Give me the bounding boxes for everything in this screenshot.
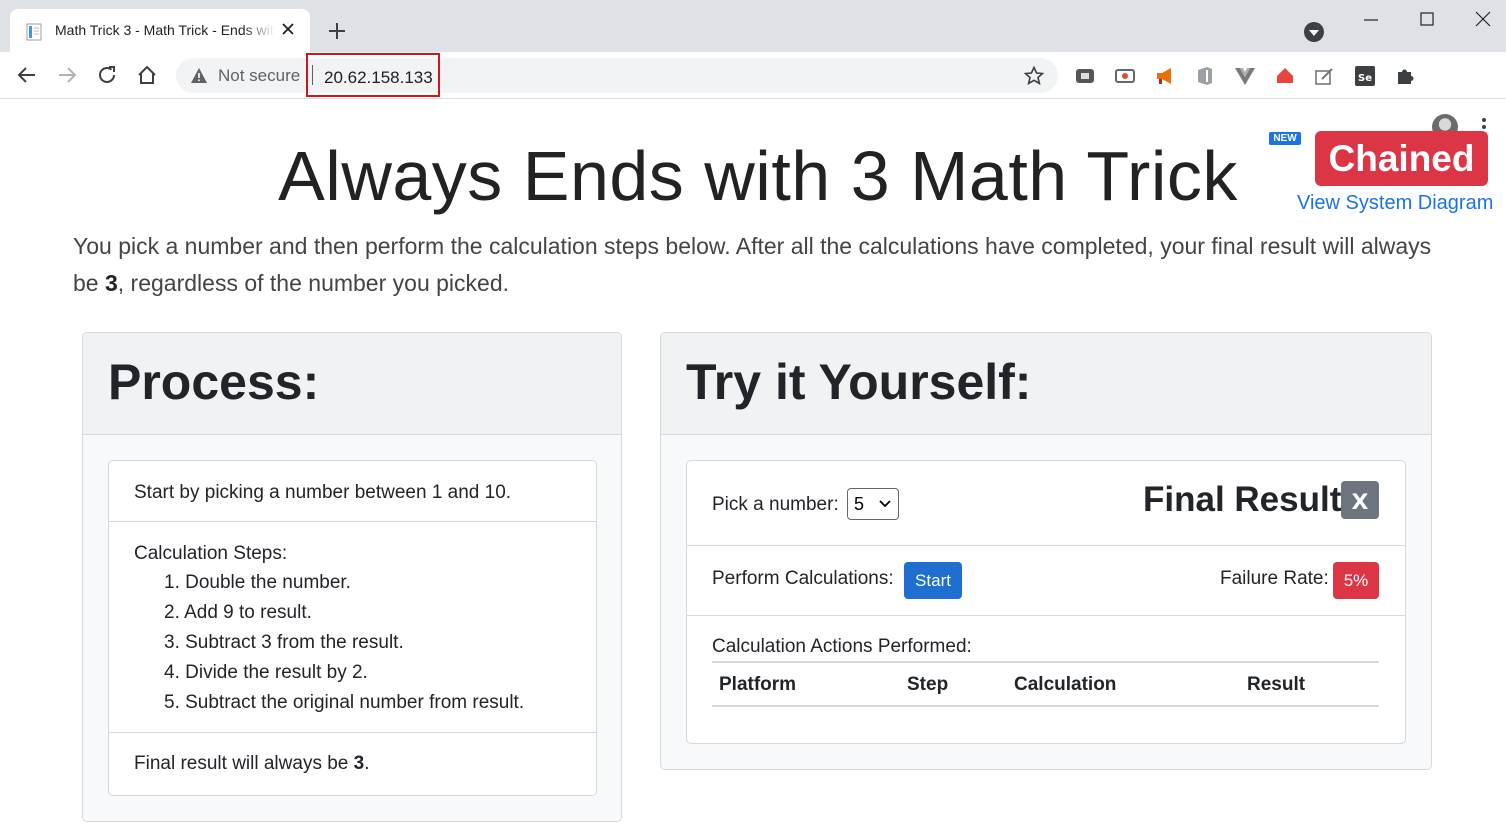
process-card: Process: Start by picking a number betwe… (82, 332, 622, 822)
extension-grammar-icon[interactable] (1074, 65, 1096, 87)
step-item: 1. Double the number. (164, 572, 351, 593)
try-panel: Pick a number: 5 Final Result: x Perform… (686, 460, 1406, 744)
extension-vue-icon[interactable] (1234, 65, 1256, 87)
calculation-steps-list: 1. Double the number. 2. Add 9 to result… (164, 568, 524, 718)
table-header-result: Result (1247, 674, 1306, 695)
extension-selenium-icon[interactable]: Se (1354, 65, 1376, 87)
minimize-icon[interactable] (1356, 6, 1386, 34)
table-header-calculation: Calculation (1014, 674, 1117, 695)
address-bar[interactable]: Not secure 20.62.158.133 (176, 53, 1058, 97)
intro-text-after: , regardless of the number you picked. (117, 270, 509, 296)
svg-text:Se: Se (1358, 73, 1372, 84)
final-result-note: Final result will always be 3. (134, 753, 370, 775)
intro-text: You pick a number and then perform the c… (73, 228, 1443, 302)
maximize-icon[interactable] (1412, 6, 1442, 34)
back-icon[interactable] (16, 64, 38, 86)
close-tab-icon[interactable] (280, 21, 296, 37)
extensions-puzzle-icon[interactable] (1394, 65, 1416, 87)
view-system-diagram-link[interactable]: View System Diagram (1297, 192, 1493, 215)
not-secure-label[interactable]: Not secure (218, 66, 300, 86)
extension-cast-icon[interactable] (1114, 65, 1136, 87)
browser-toolbar: Not secure 20.62.158.133 NEW Se (0, 52, 1506, 145)
intro-number: 3 (104, 270, 118, 296)
pick-number-value: 5 (854, 494, 865, 514)
try-card: Try it Yourself: Pick a number: 5 Final … (660, 332, 1432, 770)
step-item: 5. Subtract the original number from res… (164, 692, 525, 713)
title-number: 3 (850, 137, 891, 215)
warning-icon[interactable] (190, 67, 208, 84)
tab-title: Math Trick 3 - Math Trick - Ends with 3 (55, 22, 275, 38)
tab-search-icon[interactable] (1304, 22, 1324, 42)
url-separator (312, 65, 313, 85)
forward-icon[interactable] (56, 64, 78, 86)
chained-badge: Chained (1315, 131, 1488, 186)
reload-icon[interactable] (96, 64, 118, 86)
table-header-border (712, 705, 1379, 707)
table-header-step: Step (907, 674, 949, 695)
process-heading: Process: (108, 354, 320, 410)
process-card-header: Process: (83, 333, 621, 435)
failure-rate-badge: 5% (1333, 562, 1379, 599)
final-result-label: Final Result: (1143, 480, 1354, 519)
extension-edit-icon[interactable] (1314, 65, 1336, 87)
try-heading: Try it Yourself: (686, 354, 1032, 410)
table-top-border (712, 661, 1379, 663)
divider (109, 732, 596, 733)
extension-megaphone-icon[interactable] (1154, 65, 1176, 87)
browser-tab[interactable]: Math Trick 3 - Math Trick - Ends with 3 (10, 9, 310, 52)
title-suffix: Math Trick (890, 137, 1238, 215)
tab-strip: Math Trick 3 - Math Trick - Ends with 3 (0, 0, 1506, 52)
final-note-after: . (364, 753, 370, 774)
url-text[interactable]: 20.62.158.133 (324, 68, 433, 88)
url-highlight: 20.62.158.133 (306, 53, 440, 97)
home-icon[interactable] (136, 64, 158, 86)
step-item: 3. Subtract 3 from the result. (164, 632, 404, 653)
close-window-icon[interactable] (1468, 6, 1498, 34)
title-prefix: Always Ends with (278, 137, 851, 215)
divider (109, 521, 596, 522)
start-button[interactable]: Start (904, 562, 962, 599)
pick-number-select[interactable]: 5 (847, 488, 899, 520)
failure-rate-label: Failure Rate: (1220, 568, 1329, 589)
bookmark-star-icon[interactable] (1024, 66, 1044, 86)
divider (687, 545, 1405, 546)
try-card-header: Try it Yourself: (661, 333, 1431, 435)
process-start-text: Start by picking a number between 1 and … (134, 482, 512, 503)
pick-number-label: Pick a number: (712, 494, 839, 515)
new-tab-icon[interactable] (326, 20, 348, 42)
page-title: Always Ends with 3 Math Trick (0, 136, 1506, 216)
table-header-platform: Platform (719, 674, 797, 695)
chevron-down-icon (879, 500, 891, 508)
perform-calculations-label: Perform Calculations: (712, 568, 894, 589)
final-note-number: 3 (353, 753, 365, 774)
calculation-steps-label: Calculation Steps: (134, 543, 288, 564)
final-note-before: Final result will always be (134, 753, 354, 774)
extension-home-icon[interactable] (1274, 65, 1296, 87)
step-item: 4. Divide the result by 2. (164, 662, 368, 683)
calculation-actions-label: Calculation Actions Performed: (712, 636, 972, 657)
extension-office-icon[interactable] (1194, 65, 1216, 87)
page-favicon-icon (26, 23, 42, 41)
divider (687, 615, 1405, 616)
process-list: Start by picking a number between 1 and … (108, 460, 597, 796)
final-result-badge: x (1341, 481, 1379, 519)
step-item: 2. Add 9 to result. (164, 602, 312, 623)
